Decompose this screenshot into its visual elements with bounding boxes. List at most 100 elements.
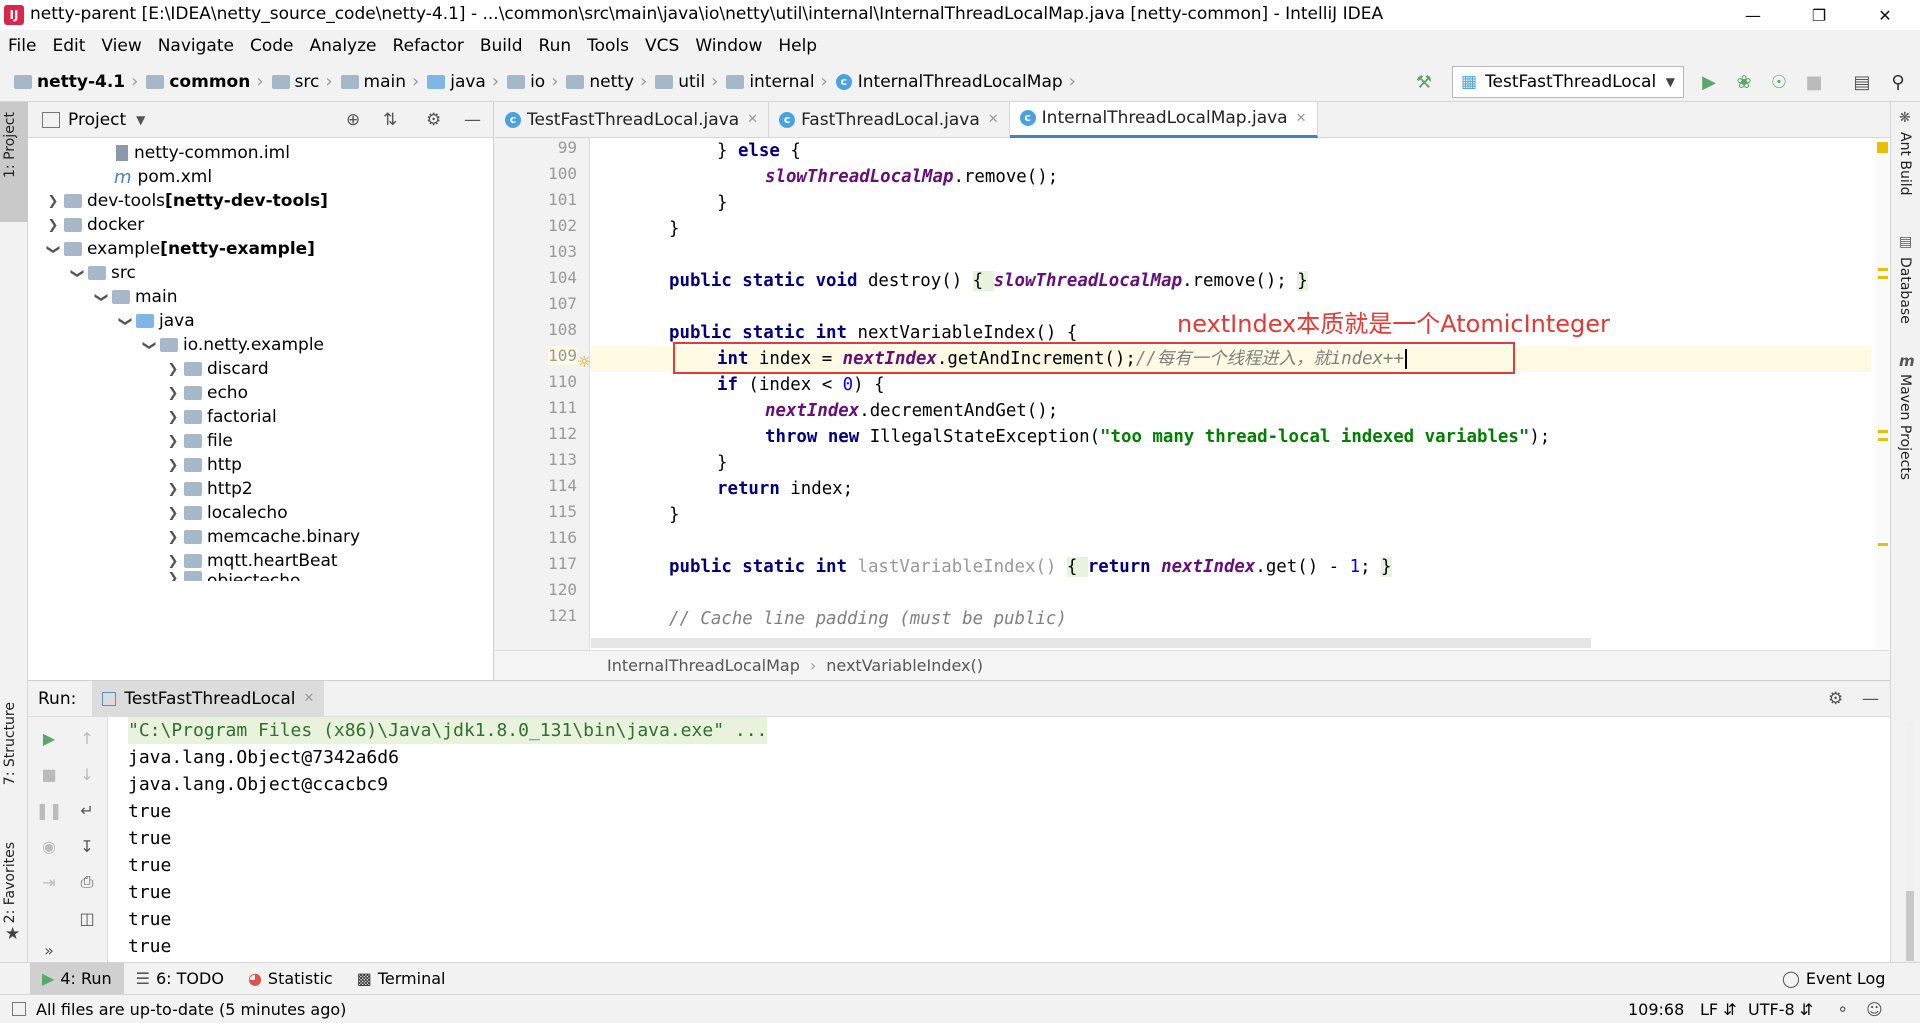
tool-tab-todo[interactable]: ☰ 6: TODO xyxy=(124,963,236,995)
tab-internalthreadlocalmap[interactable]: c InternalThreadLocalMap.java ✕ xyxy=(1009,101,1318,138)
breadcrumb-item[interactable]: main › xyxy=(337,62,424,102)
close-icon[interactable]: ✕ xyxy=(303,691,314,706)
run-config-select[interactable]: ▦ TestFastThreadLocal ▼ xyxy=(1452,66,1684,98)
trash-icon[interactable]: ◫ xyxy=(74,905,100,931)
warning-marker[interactable] xyxy=(1878,430,1888,433)
collapse-all-icon[interactable]: ⇅ xyxy=(383,110,397,130)
warning-marker[interactable] xyxy=(1878,438,1888,441)
hide-panel-icon[interactable]: — xyxy=(1862,689,1879,709)
warning-marker[interactable] xyxy=(1878,268,1888,271)
menu-analyze[interactable]: Analyze xyxy=(302,30,385,62)
menu-vcs[interactable]: VCS xyxy=(637,30,687,62)
project-structure-icon[interactable]: ▤ xyxy=(1848,68,1876,96)
editor-crumb-method[interactable]: nextVariableIndex() xyxy=(826,656,983,675)
lightbulb-icon[interactable]: ☼ xyxy=(577,352,591,371)
print-icon[interactable]: ⎙ xyxy=(74,869,100,895)
chevron-down-icon[interactable]: ❯ xyxy=(70,262,85,284)
search-icon[interactable]: ⚲ xyxy=(1884,68,1912,96)
tool-tab-run[interactable]: ▶ 4: Run xyxy=(30,962,124,995)
chevron-right-icon[interactable]: ❯ xyxy=(162,410,184,425)
run-tab[interactable]: TestFastThreadLocal ✕ xyxy=(92,680,325,717)
chevron-down-icon[interactable]: ▼ xyxy=(136,113,145,127)
menu-build[interactable]: Build xyxy=(472,30,531,62)
breadcrumb-item[interactable]: java › xyxy=(423,62,503,102)
exit-icon[interactable]: ⇥ xyxy=(36,869,62,895)
warning-marker[interactable] xyxy=(1878,276,1888,279)
chevron-right-icon[interactable]: ❯ xyxy=(162,458,184,473)
line-separator[interactable]: LF ⇵ xyxy=(1700,1000,1737,1019)
toggle-tool-windows-icon[interactable] xyxy=(12,1002,26,1016)
menu-window[interactable]: Window xyxy=(687,30,770,62)
tool-tab-favorites[interactable]: 2: Favorites xyxy=(2,842,18,923)
menu-code[interactable]: Code xyxy=(242,30,302,62)
chevron-down-icon[interactable]: ❯ xyxy=(142,334,157,356)
file-encoding[interactable]: UTF-8 ⇵ xyxy=(1748,1000,1813,1019)
scroll-down-icon[interactable]: ↓ xyxy=(74,761,100,787)
pause-icon[interactable]: ❚❚ xyxy=(36,797,63,823)
tab-fastthreadlocal[interactable]: c FastThreadLocal.java ✕ xyxy=(769,101,1010,138)
vertical-scrollbar[interactable] xyxy=(1906,721,1914,961)
chevron-right-icon[interactable]: ❯ xyxy=(42,218,64,233)
breadcrumb-item[interactable]: internal › xyxy=(722,62,831,102)
hector-icon[interactable]: ☺ xyxy=(1866,1000,1883,1019)
tool-tab-database[interactable]: Database xyxy=(1897,257,1913,324)
tool-tab-terminal[interactable]: ▩ Terminal xyxy=(345,963,458,995)
tool-tab-statistic[interactable]: ◕ Statistic xyxy=(236,963,345,995)
tab-testfastthreadlocal[interactable]: c TestFastThreadLocal.java ✕ xyxy=(495,101,770,138)
soft-wrap-icon[interactable]: ↵ xyxy=(74,797,100,823)
event-log-button[interactable]: ◯ Event Log xyxy=(1770,963,1897,995)
chevron-down-icon[interactable]: ❯ xyxy=(46,238,61,260)
close-window-icon[interactable]: ✕ xyxy=(1862,2,1908,28)
stop-icon[interactable]: ■ xyxy=(1800,68,1828,96)
hide-panel-icon[interactable]: — xyxy=(464,110,481,130)
console-output[interactable]: "C:\Program Files (x86)\Java\jdk1.8.0_13… xyxy=(128,717,1878,963)
chevron-down-icon[interactable]: ❯ xyxy=(118,310,133,332)
chevron-right-icon[interactable]: ❯ xyxy=(162,506,184,521)
run-icon[interactable]: ▶ xyxy=(1695,68,1723,96)
rerun-icon[interactable]: ▶ xyxy=(36,725,62,751)
menu-file[interactable]: File xyxy=(0,30,44,62)
gear-icon[interactable]: ⚙ xyxy=(1828,689,1843,709)
breadcrumb-item[interactable]: c InternalThreadLocalMap › xyxy=(832,62,1080,102)
menu-view[interactable]: View xyxy=(93,30,149,62)
minimize-icon[interactable]: — xyxy=(1730,2,1776,28)
menu-help[interactable]: Help xyxy=(770,30,825,62)
breadcrumb-item[interactable]: util › xyxy=(651,62,722,102)
chevron-right-icon[interactable]: ❯ xyxy=(162,482,184,497)
locate-target-icon[interactable]: ⊕ xyxy=(346,110,360,130)
breadcrumb-item[interactable]: io › xyxy=(503,62,562,102)
chevron-right-icon[interactable]: ❯ xyxy=(162,362,184,377)
chevron-right-icon[interactable]: ❯ xyxy=(162,434,184,449)
breadcrumb-item[interactable]: netty › xyxy=(562,62,651,102)
scrollbar-thumb[interactable] xyxy=(1906,891,1914,961)
build-hammer-icon[interactable]: ⚒ xyxy=(1410,68,1438,96)
chevron-right-icon[interactable]: ❯ xyxy=(162,571,184,581)
more-icon[interactable]: » xyxy=(36,937,62,963)
close-icon[interactable]: ✕ xyxy=(747,112,758,127)
breadcrumb-item[interactable]: src › xyxy=(268,62,337,102)
chevron-right-icon[interactable]: ❯ xyxy=(162,554,184,569)
debug-bug-icon[interactable]: ❀ xyxy=(1730,68,1758,96)
chevron-right-icon[interactable]: ❯ xyxy=(42,194,64,209)
scroll-to-end-icon[interactable]: ↧ xyxy=(74,833,100,859)
tool-tab-maven-projects[interactable]: Maven Projects xyxy=(1897,374,1913,480)
chevron-right-icon[interactable]: ❯ xyxy=(162,530,184,545)
tree-item[interactable]: ❯ objectecho xyxy=(162,571,300,581)
tool-tab-project[interactable]: 1: Project xyxy=(2,112,18,178)
menu-refactor[interactable]: Refactor xyxy=(385,30,472,62)
menu-edit[interactable]: Edit xyxy=(44,30,93,62)
tool-tab-structure[interactable]: 7: Structure xyxy=(2,702,18,785)
menu-tools[interactable]: Tools xyxy=(579,30,637,62)
camera-dump-icon[interactable]: ◉ xyxy=(36,833,62,859)
stop-icon[interactable]: ■ xyxy=(36,761,62,787)
scroll-up-icon[interactable]: ↑ xyxy=(74,725,100,751)
menu-run[interactable]: Run xyxy=(531,30,580,62)
chevron-down-icon[interactable]: ❯ xyxy=(94,286,109,308)
close-icon[interactable]: ✕ xyxy=(988,112,999,127)
marker-stripe[interactable] xyxy=(1876,138,1890,650)
warning-marker[interactable] xyxy=(1878,543,1888,546)
breadcrumb-item[interactable]: netty-4.1 › xyxy=(10,62,142,102)
project-panel-title[interactable]: Project xyxy=(68,110,126,130)
coverage-icon[interactable]: ☉ xyxy=(1765,68,1793,96)
close-icon[interactable]: ✕ xyxy=(1296,111,1307,126)
